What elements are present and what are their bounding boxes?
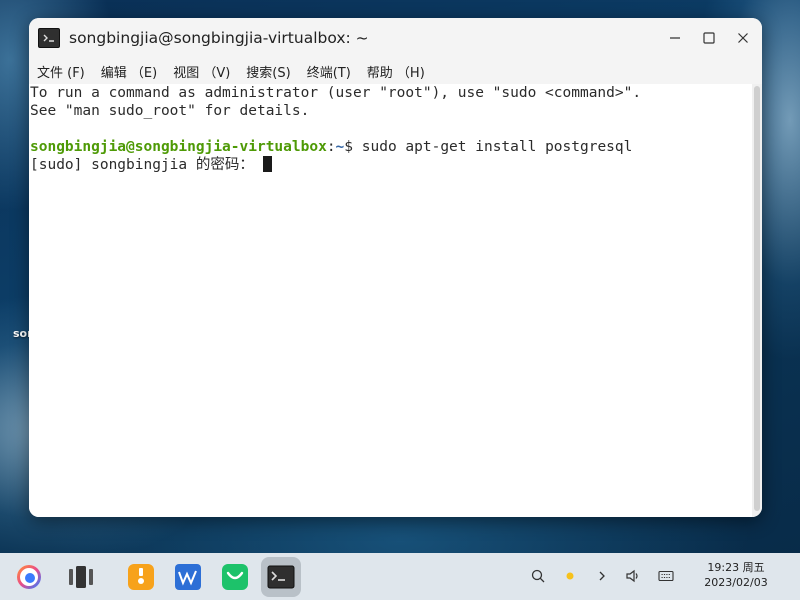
clock-time: 19:23 周五 [707,561,765,574]
prompt-separator: : [326,139,336,155]
wps-office-button[interactable] [168,557,208,597]
wechat-icon [222,564,248,590]
keyboard-button[interactable] [655,563,677,589]
maximize-button[interactable] [694,23,724,53]
clock-date: 2023/02/03 [704,576,768,589]
close-button[interactable] [728,23,758,53]
menu-file[interactable]: 文件 (F) [29,62,93,81]
menu-edit[interactable]: 编辑 （E) [93,62,165,81]
file-manager-icon [128,564,154,590]
password-line: [sudo] songbingjia 的密码： [30,156,752,174]
multitask-view-button[interactable] [61,557,101,597]
command-line: songbingjia@songbingjia-virtualbox:~$ su… [30,138,752,156]
scrollbar-thumb[interactable] [754,86,760,511]
maximize-icon [703,32,715,44]
menu-terminal[interactable]: 终端(T) [299,62,359,81]
terminal-output[interactable]: To run a command as administrator (user … [29,84,752,517]
start-menu-icon [17,565,41,589]
minimize-button[interactable] [660,23,690,53]
tray-expand-button[interactable] [591,563,613,589]
scrollbar[interactable] [752,84,762,517]
start-menu-button[interactable] [9,557,49,597]
terminal-app-icon [38,28,60,48]
text-cursor [262,156,272,172]
keyboard-icon [658,570,674,582]
terminal-line: To run a command as administrator (user … [30,85,642,101]
menu-bar: 文件 (F) 编辑 （E) 视图 （V) 搜索(S) 终端(T) 帮助 （H) [29,58,762,84]
clock[interactable]: 19:23 周五 2023/02/03 [696,560,776,590]
password-prompt: [sudo] songbingjia 的密码： [30,157,263,173]
file-manager-button[interactable] [121,557,161,597]
terminal-taskbar-button[interactable] [261,557,301,597]
window-title: songbingjia@songbingjia-virtualbox: ~ [69,29,369,47]
taskbar: 19:23 周五 2023/02/03 [0,553,800,600]
notification-button[interactable] [559,563,581,589]
menu-help[interactable]: 帮助 （H) [359,62,433,81]
terminal-icon [267,565,295,589]
prompt-symbol: $ [344,139,362,155]
prompt-path: ~ [335,139,345,155]
notification-dot-icon [566,572,574,580]
close-icon [738,33,748,43]
multitask-view-icon [69,566,93,588]
terminal-line: See "man sudo_root" for details. [30,103,310,119]
menu-search[interactable]: 搜索(S) [238,62,298,81]
prompt-user-host: songbingjia@songbingjia-virtualbox [30,139,327,155]
volume-button[interactable] [622,563,644,589]
terminal-window: songbingjia@songbingjia-virtualbox: ~ 文件… [29,18,762,517]
menu-view[interactable]: 视图 （V) [165,62,238,81]
search-button[interactable] [527,563,549,589]
wechat-button[interactable] [215,557,255,597]
wps-office-icon [175,564,201,590]
minimize-icon [670,37,680,39]
volume-icon [626,569,638,583]
title-bar[interactable]: songbingjia@songbingjia-virtualbox: ~ [29,18,762,58]
command-text: sudo apt-get install postgresql [361,139,633,155]
search-icon [531,569,545,583]
chevron-right-icon [599,571,605,581]
